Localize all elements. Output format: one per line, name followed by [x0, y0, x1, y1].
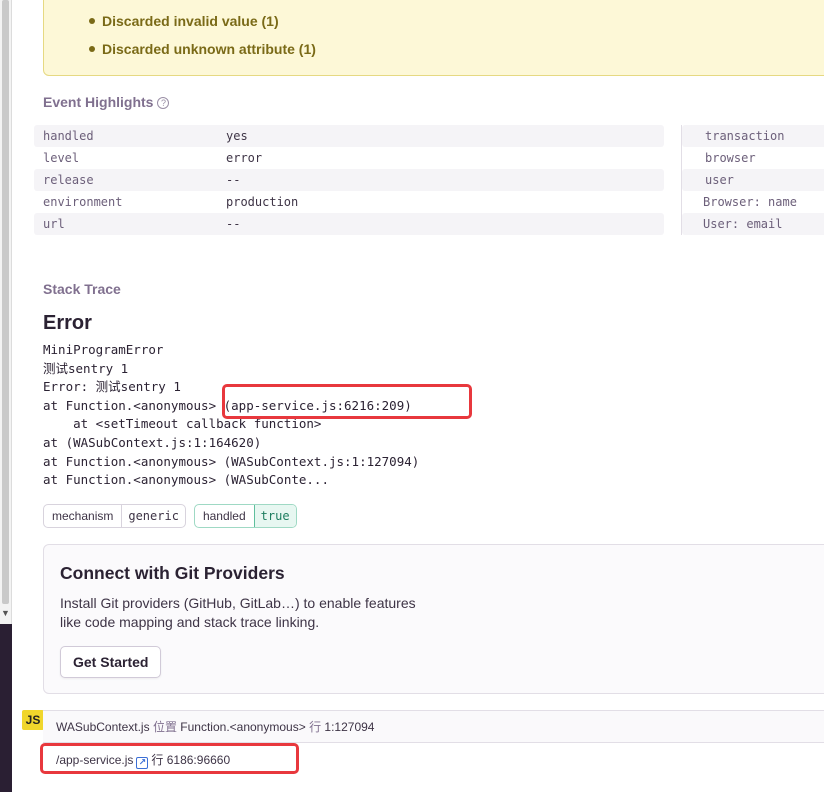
highlight-key: environment: [43, 195, 123, 209]
highlights-table: handled yes level error release -- environm…: [34, 125, 664, 235]
trace-line: MiniProgramError: [43, 342, 164, 357]
tag-key: mechanism: [52, 509, 114, 523]
highlight-key: user: [682, 169, 824, 191]
trace-line: at Function.<anonymous> (WASubContext.js…: [43, 453, 420, 469]
frame-at-label: 位置: [152, 720, 177, 734]
highlight-key: transaction: [682, 125, 824, 147]
highlight-value: yes: [226, 129, 248, 143]
tag-mechanism[interactable]: mechanism generic: [43, 504, 186, 528]
scrollbar[interactable]: ▼: [0, 0, 12, 792]
highlight-value: error: [226, 151, 263, 165]
tag-value: generic: [121, 505, 185, 527]
get-started-button[interactable]: Get Started: [60, 646, 162, 678]
stack-frame[interactable]: WASubContext.js 位置 Function.<anonymous> …: [43, 711, 824, 743]
table-row: environment production: [34, 191, 664, 213]
tag-value: true: [253, 505, 296, 527]
table-row: release --: [34, 169, 664, 191]
git-providers-card: Connect with Git Providers Install Git p…: [43, 544, 824, 694]
highlights-table-right: transaction browser user Browser: name U…: [681, 125, 824, 235]
stack-trace-title: Stack Trace: [43, 281, 121, 297]
javascript-icon: JS: [22, 710, 44, 730]
table-row: level error: [34, 147, 664, 169]
highlight-key: browser: [705, 151, 756, 165]
git-card-title: Connect with Git Providers: [60, 563, 285, 583]
sidebar-edge: [0, 624, 12, 792]
highlight-key: Browser: name: [703, 195, 797, 209]
table-row: url --: [34, 213, 664, 235]
scrollbar-thumb[interactable]: [2, 0, 9, 604]
tag-key: handled: [202, 509, 246, 523]
table-row: handled yes: [34, 125, 664, 147]
highlight-key: User: email: [682, 213, 824, 235]
warning-item: Discarded unknown attribute (1): [89, 35, 824, 63]
highlight-value: production: [226, 195, 299, 209]
git-card-description: Install Git providers (GitHub, GitLab…) …: [60, 595, 416, 630]
help-icon[interactable]: ?: [157, 97, 170, 109]
frame-function: Function.<anonymous>: [180, 720, 306, 734]
error-title: Error: [43, 312, 92, 334]
trace-line: at Function.<anonymous> (WASubConte...: [43, 472, 329, 488]
highlight-value: --: [226, 217, 241, 231]
warning-item: Discarded invalid value (1): [89, 7, 824, 35]
highlight-key: url: [43, 217, 65, 231]
mechanism-tags: mechanism generic handled true: [43, 504, 297, 528]
tag-handled[interactable]: handled true: [193, 504, 297, 528]
trace-line: at (WASubContext.js:1:164620): [43, 434, 262, 450]
highlight-key: level: [43, 151, 80, 165]
event-highlights-label: Event Highlights: [43, 94, 154, 110]
scroll-down-icon[interactable]: ▼: [0, 606, 11, 620]
highlight-box: [222, 384, 472, 419]
frame-filename: WASubContext.js: [56, 720, 150, 734]
trace-line: 测试sentry 1: [43, 360, 129, 376]
highlight-box: [40, 743, 299, 774]
event-highlights-title: Event Highlights?: [43, 94, 170, 110]
highlight-value: --: [226, 173, 241, 187]
processing-warnings: Discarded invalid value (1) Discarded un…: [43, 0, 824, 76]
frame-line-label: 行: [309, 720, 322, 734]
highlight-key: handled: [43, 129, 94, 143]
frame-line-number: 1:127094: [324, 720, 375, 734]
highlight-key: release: [43, 173, 94, 187]
